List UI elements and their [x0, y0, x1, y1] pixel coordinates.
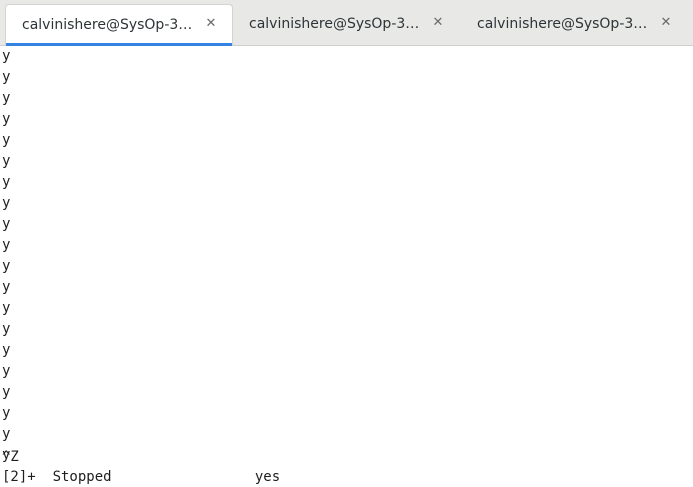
terminal-line: y	[2, 90, 11, 106]
close-icon[interactable]: ✕	[658, 15, 674, 31]
terminal-line: y	[2, 426, 11, 442]
terminal-line: y	[2, 174, 11, 190]
terminal-line: y	[2, 195, 11, 211]
tab-1[interactable]: calvinishere@SysOp-3… ✕	[5, 4, 233, 46]
terminal-line: y	[2, 384, 11, 400]
close-icon[interactable]: ✕	[430, 15, 446, 31]
terminal-line: y	[2, 363, 11, 379]
terminal-line: y	[2, 258, 11, 274]
terminal-window: calvinishere@SysOp-3… ✕ calvinishere@Sys…	[0, 0, 693, 487]
terminal-line: y	[2, 405, 11, 421]
terminal-line: y	[2, 111, 11, 127]
terminal-line: y	[2, 342, 11, 358]
tab-2[interactable]: calvinishere@SysOp-3… ✕	[233, 4, 461, 46]
terminal-line: y	[2, 69, 11, 85]
terminal-line: y	[2, 237, 11, 253]
tab-label: calvinishere@SysOp-3…	[477, 16, 648, 32]
terminal-line: y	[2, 153, 11, 169]
tab-label: calvinishere@SysOp-3…	[249, 16, 420, 32]
tab-3[interactable]: calvinishere@SysOp-3… ✕	[461, 4, 689, 46]
terminal-line: y	[2, 321, 11, 337]
terminal-line: y	[2, 216, 11, 232]
tab-bar: calvinishere@SysOp-3… ✕ calvinishere@Sys…	[0, 0, 693, 46]
terminal-line: y	[2, 279, 11, 295]
close-icon[interactable]: ✕	[203, 16, 219, 32]
terminal-output[interactable]: y y y y y y y y y y y y y y y y y y y y …	[0, 46, 693, 487]
job-status-line: [2]+ Stopped yes	[2, 469, 281, 485]
terminal-line: y	[2, 300, 11, 316]
tab-label: calvinishere@SysOp-3…	[22, 17, 193, 33]
terminal-line: y	[2, 132, 11, 148]
terminal-line-ctrl-z: ^Z	[2, 449, 19, 465]
terminal-line: y	[2, 48, 11, 64]
